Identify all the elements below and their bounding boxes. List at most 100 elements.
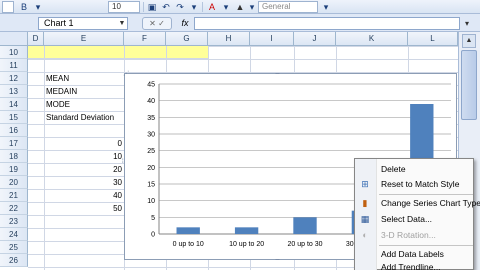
highlighted-row-10[interactable]	[28, 46, 208, 59]
rotation-icon: ◐	[362, 230, 368, 240]
menu-item-3d-rotation[interactable]: ◐ 3-D Rotation...	[355, 228, 475, 243]
column-header-g[interactable]: G	[166, 32, 208, 46]
cell-e19[interactable]: 20	[88, 163, 122, 176]
menu-item-delete[interactable]: Delete	[355, 162, 475, 177]
toolbar-separator	[202, 2, 203, 12]
bold-icon[interactable]: B	[18, 1, 30, 13]
column-header-f[interactable]: F	[124, 32, 166, 46]
row-header[interactable]: 12	[0, 72, 28, 85]
scrollbar-thumb[interactable]	[461, 50, 477, 120]
name-box-value: Chart 1	[44, 18, 74, 28]
row-header[interactable]: 22	[0, 202, 28, 215]
font-size-value: 10	[112, 2, 121, 11]
scroll-up-icon[interactable]: ▲	[462, 34, 476, 48]
menu-item-label: Select Data...	[381, 214, 433, 224]
x-tick-label: 0 up to 10	[173, 241, 204, 248]
cell-e21[interactable]: 40	[88, 189, 122, 202]
fx-label: fx	[181, 18, 189, 28]
font-name-box[interactable]	[2, 1, 14, 13]
insert-function-button[interactable]: fx	[178, 17, 192, 30]
column-header-i[interactable]: I	[250, 32, 294, 46]
row-header[interactable]: 13	[0, 85, 28, 98]
save-icon[interactable]: ▣	[146, 1, 158, 13]
menu-item-reset-style[interactable]: ⊞ Reset to Match Style	[355, 177, 475, 192]
cell-e22[interactable]: 50	[88, 202, 122, 215]
row-header[interactable]: 23	[0, 215, 28, 228]
row-header[interactable]: 15	[0, 111, 28, 124]
bar[interactable]	[234, 227, 259, 234]
cell-e15[interactable]: Standard Deviation	[46, 111, 114, 124]
row-header[interactable]: 19	[0, 163, 28, 176]
row-header[interactable]: 17	[0, 137, 28, 150]
context-menu: Delete ⊞ Reset to Match Style ▮ Change S…	[354, 158, 480, 270]
row-header[interactable]: 18	[0, 150, 28, 163]
dropdown-icon[interactable]: ▾	[246, 1, 258, 13]
toolbar-separator	[143, 2, 144, 12]
y-tick-label: 30	[147, 132, 155, 139]
y-tick-label: 25	[147, 148, 155, 155]
select-all-corner[interactable]	[0, 32, 28, 46]
dropdown-icon[interactable]: ▾	[32, 1, 44, 13]
y-tick-label: 0	[151, 232, 155, 239]
formula-buttons[interactable]: ✕ ✓	[142, 17, 172, 30]
row-header[interactable]: 14	[0, 98, 28, 111]
row-header[interactable]: 10	[0, 46, 28, 59]
y-tick-label: 45	[147, 82, 155, 89]
y-tick-label: 20	[147, 165, 155, 172]
name-box[interactable]: Chart 1	[38, 17, 128, 30]
dropdown-icon[interactable]: ▾	[320, 1, 332, 13]
column-headers: D E F G H I J K L	[0, 32, 458, 46]
row-header[interactable]: 16	[0, 124, 28, 137]
column-header-e[interactable]: E	[44, 32, 124, 46]
y-tick-label: 15	[147, 182, 155, 189]
delete-icon	[359, 164, 371, 175]
menu-item-label: Delete	[381, 164, 406, 174]
x-tick-label: 20 up to 30	[287, 241, 322, 248]
row-header[interactable]: 24	[0, 228, 28, 241]
menu-item-add-data-labels[interactable]: Add Data Labels	[355, 247, 475, 262]
cell-e20[interactable]: 30	[88, 176, 122, 189]
dropdown-icon[interactable]: ▾	[188, 1, 200, 13]
number-format-box[interactable]: General	[258, 1, 318, 13]
formula-input[interactable]	[194, 17, 460, 30]
formatting-toolbar: B ▾ 10 ▣ ↶ ↷ ▾ A ▾ ▲ ▾ General ▾	[0, 0, 480, 14]
fill-icon[interactable]: ▲	[234, 1, 246, 13]
undo-icon[interactable]: ↶	[160, 1, 172, 13]
cell-e18[interactable]: 10	[88, 150, 122, 163]
cell-e12[interactable]: MEAN	[46, 72, 69, 85]
menu-separator	[379, 245, 473, 246]
menu-item-label: Reset to Match Style	[381, 179, 460, 189]
column-header-h[interactable]: H	[208, 32, 250, 46]
dropdown-icon[interactable]: ▾	[220, 1, 232, 13]
menu-item-label: Add Trendline...	[381, 262, 441, 270]
y-tick-label: 35	[147, 115, 155, 122]
grid-line	[44, 46, 45, 270]
column-header-j[interactable]: J	[294, 32, 336, 46]
resize-handle[interactable]: ⁞	[122, 159, 123, 165]
row-header[interactable]: 11	[0, 59, 28, 72]
font-size-box[interactable]: 10	[108, 1, 140, 13]
menu-item-select-data[interactable]: ▦ Select Data...	[355, 212, 475, 227]
row-header[interactable]: 21	[0, 189, 28, 202]
select-data-icon: ▦	[360, 214, 370, 224]
cell-e17[interactable]: 0	[88, 137, 122, 150]
bar[interactable]	[176, 227, 200, 234]
name-box-dropdown-icon[interactable]: ▼	[116, 17, 128, 30]
menu-item-change-chart-type[interactable]: ▮ Change Series Chart Type...	[355, 196, 480, 211]
number-format-value: General	[262, 2, 291, 11]
y-tick-label: 10	[147, 198, 155, 205]
font-color-icon[interactable]: A	[206, 1, 218, 13]
row-header[interactable]: 25	[0, 241, 28, 254]
menu-item-label: 3-D Rotation...	[381, 230, 436, 240]
column-header-d[interactable]: D	[28, 32, 44, 46]
menu-item-add-trendline[interactable]: Add Trendline...	[355, 262, 475, 270]
expand-formula-bar-icon[interactable]: ▾	[462, 17, 472, 30]
column-header-k[interactable]: K	[336, 32, 408, 46]
redo-icon[interactable]: ↷	[174, 1, 186, 13]
cell-e13[interactable]: MEDAIN	[46, 85, 77, 98]
column-header-l[interactable]: L	[408, 32, 458, 46]
cell-e14[interactable]: MODE	[46, 98, 70, 111]
bar[interactable]	[293, 217, 317, 234]
row-header[interactable]: 26	[0, 254, 28, 267]
row-header[interactable]: 20	[0, 176, 28, 189]
